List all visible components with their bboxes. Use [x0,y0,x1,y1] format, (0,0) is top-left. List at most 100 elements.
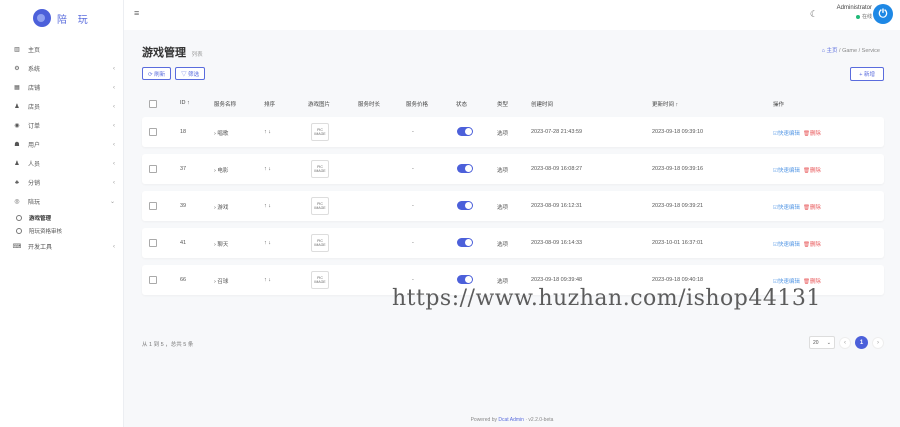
column-header-updated[interactable]: 更新时间 ↑ [652,100,678,108]
delete-link[interactable]: 🗑删除 [803,279,821,285]
sidebar-item-system[interactable]: ⚙ 系统 ‹ [0,59,123,78]
game-image[interactable]: PIC IMAGE [311,160,329,178]
game-image[interactable]: PIC IMAGE [311,123,329,141]
brand[interactable]: 陪 玩 [0,0,123,36]
status-toggle[interactable] [457,201,473,210]
status-toggle[interactable] [457,275,473,284]
sort-arrows[interactable]: ↑ ↓ [264,240,271,246]
footer-link[interactable]: Dcat Admin [498,417,524,423]
status-toggle[interactable] [457,238,473,247]
row-checkbox[interactable] [149,202,157,210]
sidebar-item-personnel[interactable]: ♟ 人员 ‹ [0,154,123,173]
current-page-button[interactable]: 1 [855,336,868,349]
row-checkbox[interactable] [149,276,157,284]
cell-id: 39 [180,203,187,209]
quick-edit-link[interactable]: ☑快速编辑 [773,279,800,285]
status-toggle[interactable] [457,164,473,173]
sidebar-item-label: 系统 [28,67,41,73]
game-image[interactable]: PIC IMAGE [311,234,329,252]
sidebar-subitem-game-management[interactable]: 游戏管理 [0,211,123,224]
cell-type: 选项 [497,205,509,211]
next-page-button[interactable]: › [872,336,884,349]
sidebar-subitem-qualification-review[interactable]: 陪玩资格审核 [0,224,123,237]
row-checkbox[interactable] [149,165,157,173]
chevron-down-icon: ⌄ [826,339,831,346]
prev-page-button[interactable]: ‹ [839,336,851,349]
cell-updated: 2023-10-01 16:37:01 [652,240,704,246]
quick-edit-link[interactable]: ☑快速编辑 [773,205,800,211]
sidebar-item-orders[interactable]: ◉ 订单 ‹ [0,116,123,135]
table-body: 18 › 唱歌 ↑ ↓ PIC IMAGE - 选项 2023-07-28 21… [142,117,884,302]
cell-id: 41 [180,240,187,246]
sidebar: 陪 玩 ▥ 主页 ⚙ 系统 ‹ ▦ 店铺 ‹ ♟ 店员 ‹ ◉ 订单 ‹ ☗ 用… [0,0,124,427]
menu-toggle-icon[interactable]: ≡ [134,8,139,18]
circle-icon [16,214,22,221]
cell-id: 18 [180,129,187,135]
filter-button[interactable]: ▽ 筛选 [175,67,206,80]
table-row: 18 › 唱歌 ↑ ↓ PIC IMAGE - 选项 2023-07-28 21… [142,117,884,147]
sidebar-item-label: 店员 [28,105,41,111]
sidebar-item-distribution[interactable]: ♣ 分销 ‹ [0,173,123,192]
cell-updated: 2023-09-18 09:39:10 [652,129,704,135]
dark-mode-icon[interactable]: ☾ [810,9,818,20]
status-toggle[interactable] [457,127,473,136]
cell-type: 选项 [497,131,509,137]
power-icon[interactable]: ⏻ [873,4,893,24]
cell-name[interactable]: › 唱歌 [214,129,228,137]
select-all-checkbox[interactable] [149,100,157,108]
sidebar-item-companion[interactable]: ◎ 陪玩 ⌄ [0,192,123,211]
chevron-left-icon: ‹ [113,160,115,167]
person-icon: ♟ [14,161,20,167]
cell-name[interactable]: › 聊天 [214,240,228,248]
sort-arrows[interactable]: ↑ ↓ [264,166,271,172]
game-image[interactable]: PIC IMAGE [311,197,329,215]
sidebar-item-label: 店铺 [28,86,41,92]
quick-edit-link[interactable]: ☑快速编辑 [773,242,800,248]
delete-link[interactable]: 🗑删除 [803,242,821,248]
column-header-price: 服务价格 [406,102,429,108]
add-new-button[interactable]: + 新增 [850,67,884,81]
row-checkbox[interactable] [149,128,157,136]
row-checkbox[interactable] [149,239,157,247]
user-status: 在线 [837,13,872,20]
user-plus-icon: ♣ [15,179,19,186]
column-header-created: 创建时间 [531,102,554,108]
delete-link[interactable]: 🗑删除 [803,205,821,211]
sidebar-item-shop[interactable]: ▦ 店铺 ‹ [0,78,123,97]
cell-name[interactable]: › 电影 [214,166,228,174]
breadcrumb-game: Game [842,48,858,54]
sort-arrows[interactable]: ↑ ↓ [264,203,271,209]
quick-edit-link[interactable]: ☑快速编辑 [773,131,800,137]
breadcrumb-home[interactable]: ⌂ 主页 [822,48,838,54]
game-image[interactable]: PIC IMAGE [311,271,329,289]
column-header-id[interactable]: ID ↑ [180,100,190,106]
cell-created: 2023-08-09 16:14:33 [531,240,583,246]
sidebar-item-users[interactable]: ☗ 用户 ‹ [0,135,123,154]
cell-name[interactable]: › 游戏 [214,203,228,211]
sidebar-item-label: 开发工具 [28,245,53,251]
user-menu[interactable]: Administrator 在线 [837,5,872,20]
cell-created: 2023-08-09 16:12:31 [531,203,583,209]
footer-prefix: Powered by [470,417,499,423]
column-header-duration: 服务时长 [358,102,381,108]
sidebar-item-staff[interactable]: ♟ 店员 ‹ [0,97,123,116]
delete-link[interactable]: 🗑删除 [803,131,821,137]
pagination-info: 从 1 到 5 ，总共 5 条 [142,342,194,348]
per-page-select[interactable]: 20 ⌄ [809,336,835,349]
sort-arrows[interactable]: ↑ ↓ [264,277,271,283]
cell-updated: 2023-09-18 09:39:21 [652,203,704,209]
cell-name[interactable]: › 召球 [214,277,228,285]
sort-arrows[interactable]: ↑ ↓ [264,129,271,135]
quick-edit-link[interactable]: ☑快速编辑 [773,168,800,174]
cell-created: 2023-09-18 09:39:48 [531,277,583,283]
table-row: 37 › 电影 ↑ ↓ PIC IMAGE - 选项 2023-08-09 16… [142,154,884,184]
sidebar-item-home[interactable]: ▥ 主页 [0,40,123,59]
delete-link[interactable]: 🗑删除 [803,168,821,174]
page-title: 游戏管理 [142,47,186,59]
sidebar-item-dev-tools[interactable]: ⌨ 开发工具 ‹ [0,237,123,256]
cell-price: - [412,166,414,172]
refresh-button[interactable]: ⟳ 刷新 [142,67,172,80]
breadcrumb-separator: / [839,48,841,54]
column-header-status: 状态 [456,102,468,108]
chevron-left-icon: ‹ [113,84,115,91]
